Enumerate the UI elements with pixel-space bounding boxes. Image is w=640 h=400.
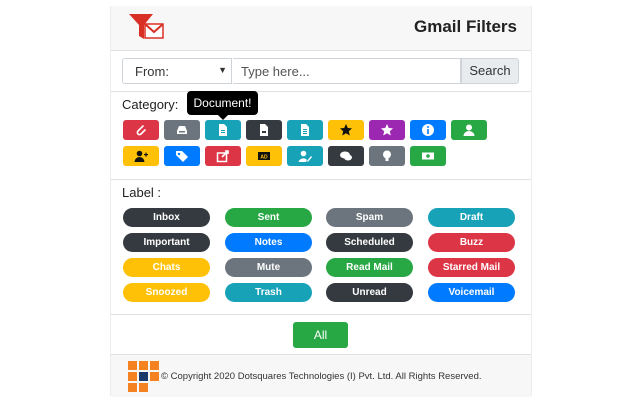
- label-button-spam[interactable]: Spam: [326, 208, 413, 227]
- category-button-tag[interactable]: [164, 146, 200, 166]
- filter-type-value: From:: [135, 64, 169, 79]
- category-button-document[interactable]: [205, 120, 241, 140]
- label-button-trash[interactable]: Trash: [225, 283, 312, 302]
- label-button-sent[interactable]: Sent: [225, 208, 312, 227]
- star-icon: [340, 124, 352, 136]
- category-button-user[interactable]: [451, 120, 487, 140]
- extension-popup: Gmail Filters From: ▼ Search Category: A…: [110, 6, 532, 397]
- lightbulb-icon: [383, 150, 391, 161]
- category-tooltip: Document!: [187, 91, 258, 115]
- label-button-buzz[interactable]: Buzz: [428, 233, 515, 252]
- user-icon: [463, 124, 475, 136]
- document-icon: [219, 124, 227, 136]
- money-icon: [422, 152, 434, 160]
- page-title: Gmail Filters: [414, 17, 517, 36]
- search-button[interactable]: Search: [461, 58, 519, 84]
- category-button-star[interactable]: [328, 120, 364, 140]
- star-icon: [381, 124, 393, 136]
- label-button-draft[interactable]: Draft: [428, 208, 515, 227]
- comments-icon: [340, 151, 352, 161]
- gmail-filters-logo: [129, 14, 164, 39]
- label-button-voicemail[interactable]: Voicemail: [428, 283, 515, 302]
- dropdown-arrow-icon: ▼: [218, 65, 227, 75]
- label-button-unread[interactable]: Unread: [326, 283, 413, 302]
- category-button-share[interactable]: [205, 146, 241, 166]
- label-button-important[interactable]: Important: [123, 233, 210, 252]
- category-button-user-plus[interactable]: [123, 146, 159, 166]
- copyright-text: © Copyright 2020 Dotsquares Technologies…: [161, 371, 482, 382]
- footer: © Copyright 2020 Dotsquares Technologies…: [111, 354, 531, 397]
- label-button-scheduled[interactable]: Scheduled: [326, 233, 413, 252]
- category-button-comments[interactable]: [328, 146, 364, 166]
- all-button[interactable]: All: [293, 322, 348, 348]
- category-button-info[interactable]: [410, 120, 446, 140]
- label-button-chats[interactable]: Chats: [123, 258, 210, 277]
- svg-text:AD: AD: [260, 155, 268, 161]
- tag-icon: [176, 151, 188, 162]
- filter-type-select[interactable]: From: ▼: [122, 58, 232, 84]
- header: Gmail Filters: [111, 6, 531, 51]
- file-icon: [260, 124, 268, 136]
- divider: [111, 314, 531, 315]
- share-icon: [216, 150, 229, 163]
- dotsquares-logo: [128, 361, 159, 392]
- label-button-read-mail[interactable]: Read Mail: [326, 258, 413, 277]
- category-heading: Category:: [122, 97, 179, 112]
- category-button-file[interactable]: [246, 120, 282, 140]
- label-button-starred-mail[interactable]: Starred Mail: [428, 258, 515, 277]
- user-edit-icon: [298, 150, 312, 162]
- category-button-star[interactable]: [369, 120, 405, 140]
- divider: [111, 91, 531, 92]
- category-button-file-alt[interactable]: [287, 120, 323, 140]
- category-button-lightbulb[interactable]: [369, 146, 405, 166]
- category-button-money[interactable]: [410, 146, 446, 166]
- category-button-ad[interactable]: AD: [246, 146, 282, 166]
- search-input[interactable]: [233, 58, 461, 84]
- info-icon: [422, 124, 434, 136]
- user-plus-icon: [134, 150, 148, 162]
- label-button-snoozed[interactable]: Snoozed: [123, 283, 210, 302]
- label-button-inbox[interactable]: Inbox: [123, 208, 210, 227]
- category-button-paperclip[interactable]: [123, 120, 159, 140]
- paperclip-icon: [136, 125, 146, 136]
- label-button-notes[interactable]: Notes: [225, 233, 312, 252]
- category-button-inbox-tray[interactable]: [164, 120, 200, 140]
- ad-icon: AD: [258, 152, 270, 161]
- search-bar: From: ▼ Search: [122, 58, 519, 84]
- category-button-user-edit[interactable]: [287, 146, 323, 166]
- label-heading: Label :: [122, 185, 162, 200]
- inbox-tray-icon: [177, 126, 187, 134]
- tooltip-arrow: [218, 115, 228, 120]
- divider: [111, 179, 531, 180]
- label-button-mute[interactable]: Mute: [225, 258, 312, 277]
- file-alt-icon: [301, 124, 309, 136]
